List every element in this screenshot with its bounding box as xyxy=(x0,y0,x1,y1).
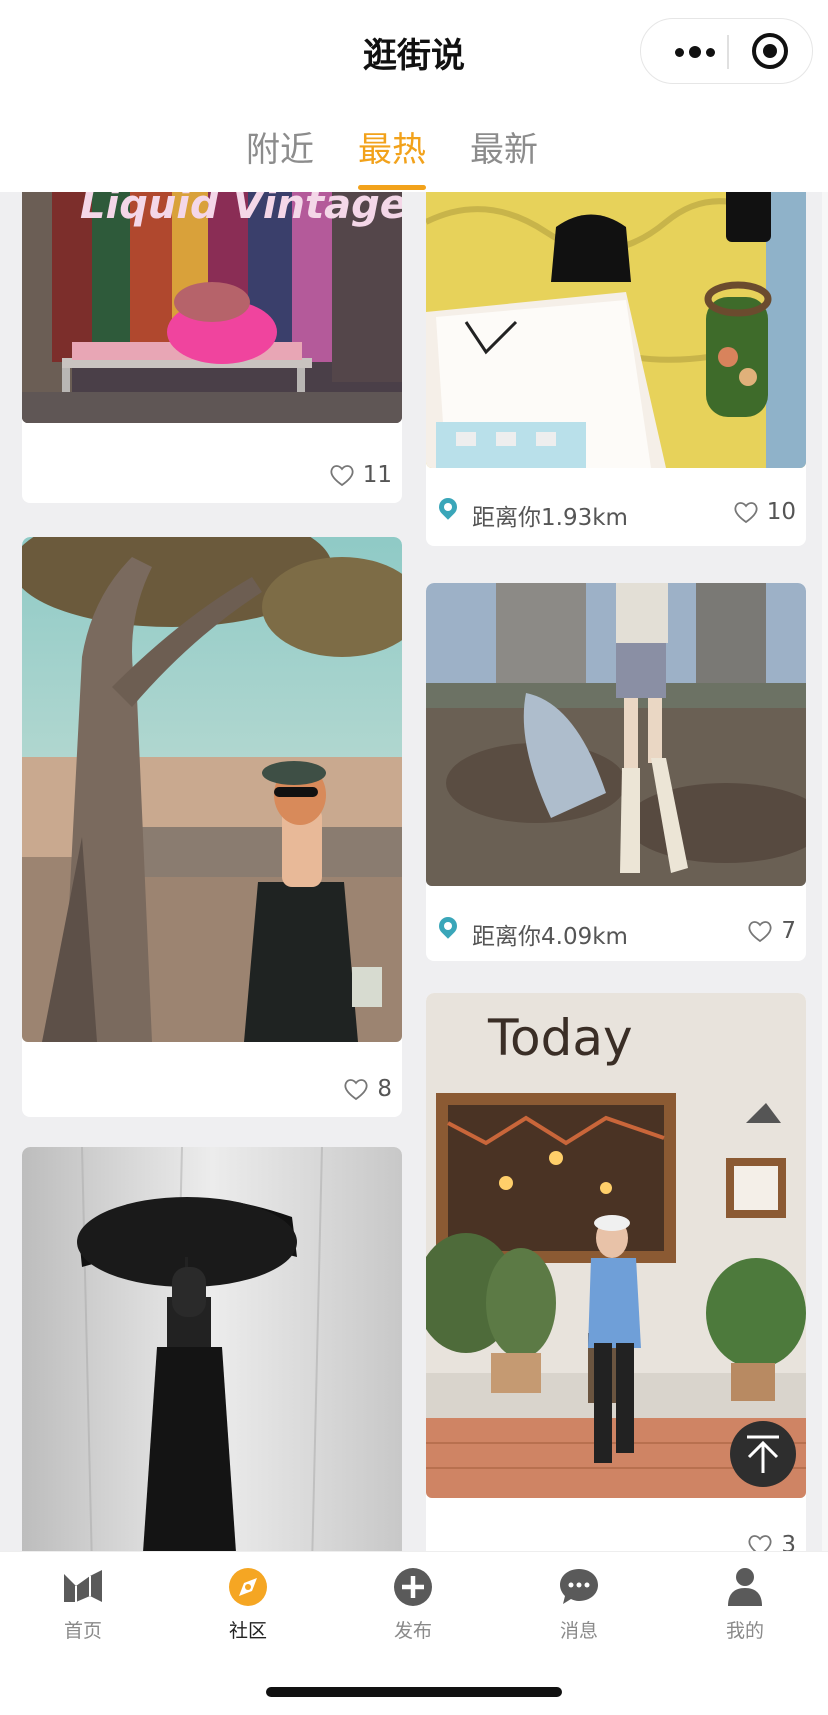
distance-label: 距离你1.93km xyxy=(472,505,628,531)
post-meta: 3 xyxy=(426,1513,806,1551)
location-pin-icon xyxy=(438,917,460,947)
like-counter[interactable]: 3 xyxy=(747,1531,796,1551)
post-photo[interactable] xyxy=(426,192,806,468)
post-photo[interactable] xyxy=(426,583,806,886)
like-count: 3 xyxy=(781,1532,796,1551)
like-count: 10 xyxy=(766,499,796,525)
mini-program-capsule xyxy=(640,18,813,84)
post-card[interactable]: Liquid Vintage 11 xyxy=(22,192,402,503)
close-miniprogram-icon[interactable] xyxy=(752,33,788,69)
tab-home[interactable]: 首页 xyxy=(28,1566,138,1643)
tab-messages[interactable]: 消息 xyxy=(524,1566,634,1643)
like-count: 8 xyxy=(377,1076,392,1102)
distance-label: 距离你4.09km xyxy=(472,924,628,950)
tab-publish[interactable]: 发布 xyxy=(358,1566,468,1643)
post-meta: 距离你4.09km 7 xyxy=(426,899,806,959)
chat-bubble-icon xyxy=(558,1566,600,1608)
like-counter[interactable]: 10 xyxy=(733,498,796,526)
post-card[interactable]: 距离你1.93km 10 xyxy=(426,192,806,546)
like-count: 11 xyxy=(362,462,392,488)
post-photo[interactable] xyxy=(22,537,402,1042)
like-count: 7 xyxy=(781,918,796,944)
tab-profile-label: 我的 xyxy=(725,1620,764,1642)
post-meta: 11 xyxy=(22,443,402,503)
tab-newest[interactable]: 最新 xyxy=(470,122,538,171)
heart-icon xyxy=(748,921,772,943)
tab-profile[interactable]: 我的 xyxy=(690,1566,800,1643)
plus-circle-icon xyxy=(392,1566,434,1608)
capsule-divider xyxy=(727,35,729,69)
compass-icon xyxy=(227,1566,269,1608)
heart-icon xyxy=(330,465,354,487)
person-icon xyxy=(724,1566,766,1608)
tab-community[interactable]: 社区 xyxy=(193,1566,303,1643)
like-counter[interactable]: 8 xyxy=(343,1075,392,1103)
photo-overlay-text: Today xyxy=(487,1009,633,1067)
post-card[interactable]: 距离你4.09km 7 xyxy=(426,583,806,961)
tab-community-label: 社区 xyxy=(228,1620,267,1642)
post-photo[interactable] xyxy=(22,1147,402,1551)
post-feed[interactable]: Liquid Vintage 11 8 距离你1.93km 10 距离你4.09… xyxy=(0,192,828,1551)
tab-hottest[interactable]: 最热 xyxy=(358,122,426,171)
heart-icon xyxy=(344,1079,368,1101)
tab-nearby[interactable]: 附近 xyxy=(246,122,314,171)
feed-scrollbar[interactable] xyxy=(822,192,828,1551)
active-tab-indicator xyxy=(358,185,426,190)
heart-icon xyxy=(748,1535,772,1551)
post-card[interactable] xyxy=(22,1147,402,1551)
tab-home-label: 首页 xyxy=(63,1620,102,1642)
post-photo[interactable]: Liquid Vintage xyxy=(22,192,402,423)
feed-tabs: 附近 最热 最新 xyxy=(0,100,828,192)
post-photo[interactable]: Today xyxy=(426,993,806,1498)
post-meta: 8 xyxy=(22,1057,402,1117)
heart-icon xyxy=(734,502,758,524)
photo-overlay-text: Liquid Vintage xyxy=(80,192,402,228)
like-counter[interactable]: 7 xyxy=(747,917,796,945)
more-options-icon[interactable] xyxy=(669,39,729,65)
post-meta: 距离你1.93km 10 xyxy=(426,480,806,540)
like-counter[interactable]: 11 xyxy=(329,461,392,489)
back-to-top-button[interactable] xyxy=(730,1421,796,1487)
arrow-up-icon xyxy=(747,1435,779,1473)
post-card[interactable]: 8 xyxy=(22,537,402,1117)
home-indicator[interactable] xyxy=(266,1687,562,1697)
home-icon xyxy=(62,1566,104,1608)
tab-messages-label: 消息 xyxy=(559,1620,598,1642)
tab-publish-label: 发布 xyxy=(393,1620,432,1642)
location-pin-icon xyxy=(438,498,460,528)
nav-bar: 逛街说 xyxy=(0,0,828,100)
